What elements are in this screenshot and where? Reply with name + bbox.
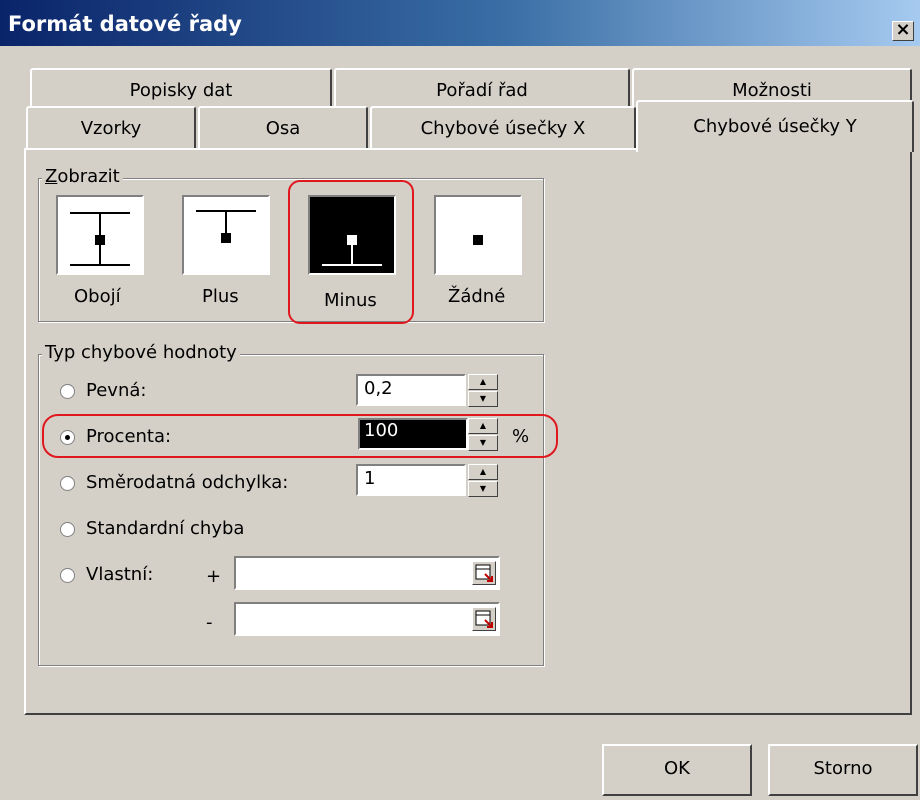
radio-fixed[interactable] <box>60 384 75 399</box>
tab-poradi-rad[interactable]: Pořadí řad <box>334 68 630 108</box>
option-plus-label: Plus <box>202 286 239 307</box>
tab-chybove-usecky-y[interactable]: Chybové úsečky Y <box>636 100 914 152</box>
annotation-highlight-percent <box>42 414 558 458</box>
radio-custom[interactable] <box>60 568 75 583</box>
tab-popisky-dat[interactable]: Popisky dat <box>30 68 332 108</box>
collapse-dialog-icon[interactable] <box>472 561 496 585</box>
cancel-button[interactable]: Storno <box>768 744 918 796</box>
tab-label: Vzorky <box>80 118 142 139</box>
stddev-value-input[interactable]: 1 <box>356 464 466 496</box>
collapse-dialog-icon[interactable] <box>472 607 496 631</box>
display-legend-rest: obrazit <box>57 166 120 187</box>
spin-down-icon[interactable]: ▼ <box>468 481 498 497</box>
close-icon: × <box>895 19 911 40</box>
radio-stddev[interactable] <box>60 476 75 491</box>
custom-plus-sign: + <box>206 566 222 587</box>
fixed-label: Pevná: <box>86 380 147 401</box>
custom-label: Vlastní: <box>86 564 154 585</box>
tab-chybove-usecky-x[interactable]: Chybové úsečky X <box>370 106 636 148</box>
option-none[interactable] <box>434 195 522 275</box>
tab-label: Chybové úsečky X <box>420 118 586 139</box>
error-bar-none-icon <box>473 235 483 245</box>
annotation-highlight-minus <box>288 180 414 324</box>
option-none-label: Žádné <box>448 286 506 307</box>
custom-minus-input[interactable] <box>234 602 500 636</box>
spin-up-icon[interactable]: ▲ <box>468 374 498 390</box>
stderr-label: Standardní chyba <box>86 518 245 539</box>
display-group-legend: Zobrazit <box>42 166 123 187</box>
option-both-label: Obojí <box>74 286 121 307</box>
fixed-value-input[interactable]: 0,2 <box>356 374 466 406</box>
radio-stderr[interactable] <box>60 522 75 537</box>
tab-label: Popisky dat <box>129 80 233 101</box>
option-plus[interactable] <box>182 195 270 275</box>
spin-up-icon[interactable]: ▲ <box>468 464 498 480</box>
stddev-label: Směrodatná odchylka: <box>86 472 289 493</box>
fixed-spinner[interactable]: ▲ ▼ <box>468 374 498 408</box>
error-bar-both-icon <box>70 212 130 266</box>
tab-label: Pořadí řad <box>436 80 528 101</box>
tab-label: Chybové úsečky Y <box>693 116 857 137</box>
format-data-series-dialog: Formát datové řady × Popisky dat Pořadí … <box>0 0 920 800</box>
tab-label: Možnosti <box>732 80 812 101</box>
tab-osa[interactable]: Osa <box>198 106 368 148</box>
option-both[interactable] <box>56 195 144 275</box>
custom-minus-sign: - <box>206 612 213 633</box>
error-bar-plus-icon <box>196 210 256 243</box>
close-button[interactable]: × <box>892 19 914 41</box>
range-select-icon <box>475 610 493 628</box>
spin-down-icon[interactable]: ▼ <box>468 391 498 407</box>
tab-vzorky[interactable]: Vzorky <box>26 106 196 148</box>
tab-label: Osa <box>265 118 301 139</box>
range-select-icon <box>475 564 493 582</box>
custom-plus-input[interactable] <box>234 556 500 590</box>
title-bar: Formát datové řady × <box>0 0 920 46</box>
stddev-spinner[interactable]: ▲ ▼ <box>468 464 498 498</box>
ok-button[interactable]: OK <box>602 744 752 796</box>
error-type-legend: Typ chybové hodnoty <box>42 342 240 363</box>
window-title: Formát datové řady <box>8 12 242 36</box>
